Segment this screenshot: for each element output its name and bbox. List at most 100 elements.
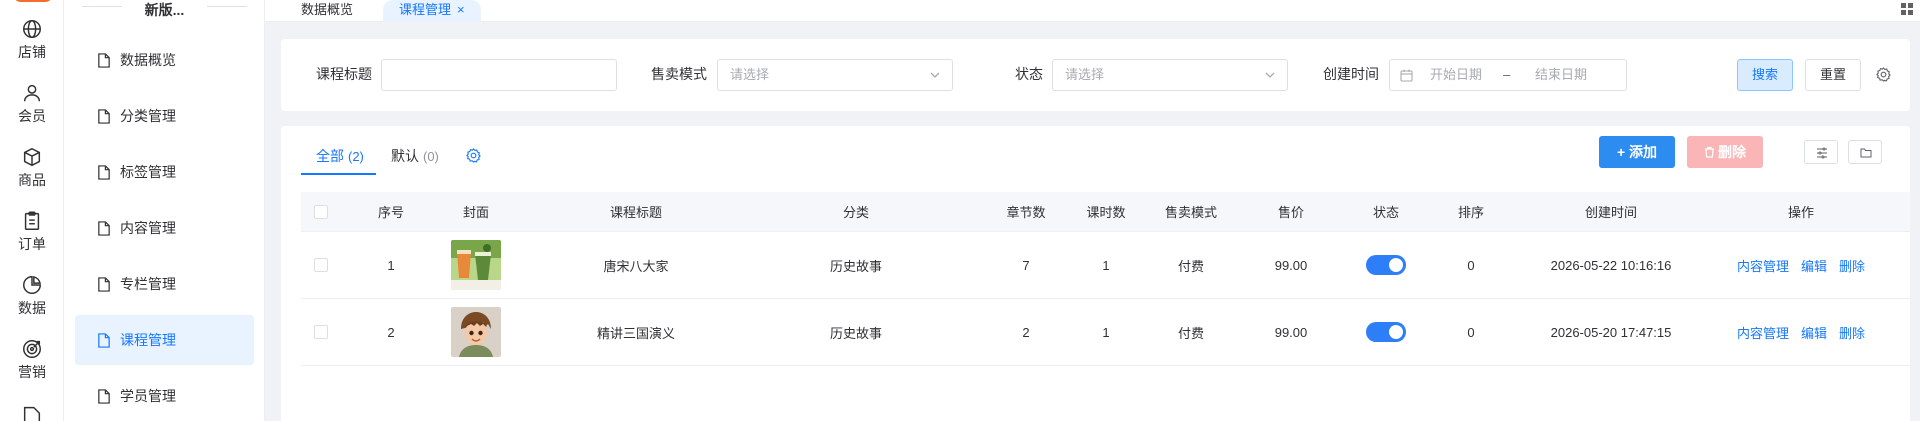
tab-default-count: (0) [423,149,439,164]
grid-icon[interactable] [1900,2,1914,16]
gear-icon[interactable] [466,148,481,163]
trash-icon [1705,146,1714,158]
rail-item-products[interactable]: 商品 [0,146,64,190]
tab-course[interactable]: 课程管理 × [383,0,481,22]
chevron-down-icon [1265,72,1275,78]
sale-mode-select[interactable]: 请选择 [717,59,953,91]
cell-title: 唐宋八大家 [603,258,669,274]
active-tab-indicator [301,173,376,175]
cell-actions: 内容管理 编辑 删除 [1701,232,1901,298]
cover-image-cartoon-boy [451,307,501,357]
sub-item-label: 学员管理 [120,388,176,404]
folder-button[interactable] [1848,140,1882,164]
edit-link[interactable]: 编辑 [1801,323,1827,342]
target-icon [23,340,41,358]
content-manage-link[interactable]: 内容管理 [1737,256,1789,275]
date-range-picker[interactable]: 开始日期 – 结束日期 [1389,59,1627,91]
col-lessons: 课时数 [1086,205,1126,220]
delete-link[interactable]: 删除 [1839,323,1865,342]
pie-chart-icon [23,276,41,294]
status-select[interactable]: 请选择 [1052,59,1288,91]
cell-lessons: 1 [1102,324,1110,340]
course-table-card: 全部 (2) 默认 (0) + 添加 删除 序号 封面 课程标题 分类 章节数 课时… [281,126,1910,421]
cell-index: 2 [387,324,395,340]
cell-price: 99.00 [1274,324,1308,340]
col-created: 创建时间 [1584,205,1637,220]
sub-item-content[interactable]: 内容管理 [75,203,254,253]
delete-button: 删除 [1687,136,1763,168]
tab-overview[interactable]: 数据概览 [285,0,369,22]
sub-item-column[interactable]: 专栏管理 [75,259,254,309]
gear-icon[interactable] [1876,67,1891,82]
rail-item-store[interactable]: 店铺 [0,18,64,62]
page-tabs-bar: 数据概览 课程管理 × [265,0,1920,22]
reset-button[interactable]: 重置 [1805,59,1861,91]
cell-sale-mode: 付费 [1177,325,1204,341]
row-checkbox-cell [301,299,341,365]
rail-label: 数据 [18,300,46,316]
cell-sort: 0 [1467,324,1475,340]
select-all-checkbox-cell [301,192,341,231]
table-row: 1 唐宋八大家 历史故事 7 1 付费 99.00 0 2026-05-22 1… [301,232,1910,299]
status-toggle[interactable] [1366,322,1406,342]
date-end-placeholder: 结束日期 [1535,67,1588,82]
cell-category: 历史故事 [829,258,882,274]
content-manage-link[interactable]: 内容管理 [1737,323,1789,342]
tab-all[interactable]: 全部 (2) [316,146,364,166]
course-title-label: 课程标题 [316,66,372,82]
sub-item-label: 标签管理 [120,164,176,180]
row-checkbox[interactable] [314,258,328,272]
folder-icon [23,406,41,421]
icon-rail: 店铺 会员 商品 订单 数据 营销 [0,0,64,421]
tab-label: 课程管理 [399,2,452,17]
course-title-input[interactable] [381,59,617,91]
col-title: 课程标题 [609,205,662,220]
rail-item-marketing[interactable]: 营销 [0,338,64,382]
rail-item-more[interactable] [0,404,64,421]
rail-label: 订单 [18,236,46,252]
search-form: 课程标题 售卖模式 请选择 状态 请选择 创建时间 开始日期 – 结束日期 搜索… [281,39,1910,111]
col-sale-mode: 售卖模式 [1164,205,1217,220]
rail-item-data[interactable]: 数据 [0,274,64,318]
sub-item-overview[interactable]: 数据概览 [75,35,254,85]
row-checkbox[interactable] [314,325,328,339]
sub-item-course[interactable]: 课程管理 [75,315,254,365]
cell-price: 99.00 [1274,257,1308,273]
sub-item-label: 内容管理 [120,220,176,236]
add-button[interactable]: + 添加 [1599,136,1675,168]
col-cover: 封面 [462,205,489,220]
document-icon [98,108,110,124]
tab-default[interactable]: 默认 (0) [391,146,439,166]
close-icon[interactable]: × [457,2,465,17]
sub-item-category[interactable]: 分类管理 [75,91,254,141]
rail-item-members[interactable]: 会员 [0,82,64,126]
edit-link[interactable]: 编辑 [1801,256,1827,275]
table-row: 2 精讲三国演义 历史故事 2 1 付费 99.00 0 2026-05-20 … [301,299,1910,366]
select-all-checkbox[interactable] [314,204,328,219]
rail-label: 会员 [18,108,46,124]
status-toggle[interactable] [1366,255,1406,275]
col-status: 状态 [1372,205,1399,220]
col-sort: 排序 [1457,205,1484,220]
delete-link[interactable]: 删除 [1839,256,1865,275]
search-button[interactable]: 搜索 [1737,59,1793,91]
clipboard-icon [24,211,40,230]
sub-item-students[interactable]: 学员管理 [75,371,254,421]
sub-item-label: 专栏管理 [120,276,176,292]
filter-settings-button[interactable] [1804,140,1838,164]
cell-cover [441,232,511,298]
cell-index: 1 [387,257,395,273]
row-checkbox-cell [301,232,341,298]
document-icon [98,52,110,68]
rail-item-orders[interactable]: 订单 [0,210,64,254]
sale-mode-placeholder: 请选择 [730,67,770,82]
sub-menu: 新版... 数据概览 分类管理 标签管理 内容管理 专栏管理 课程管理 学员管理 [64,0,265,421]
sliders-icon [1817,147,1827,159]
cell-lessons: 1 [1102,257,1110,273]
submenu-title: 新版... [64,0,265,18]
tab-default-label: 默认 [391,148,419,164]
delete-button-label: 删除 [1718,144,1746,160]
sub-item-tags[interactable]: 标签管理 [75,147,254,197]
created-time-label: 创建时间 [1323,66,1379,82]
folder-icon [1860,148,1872,158]
